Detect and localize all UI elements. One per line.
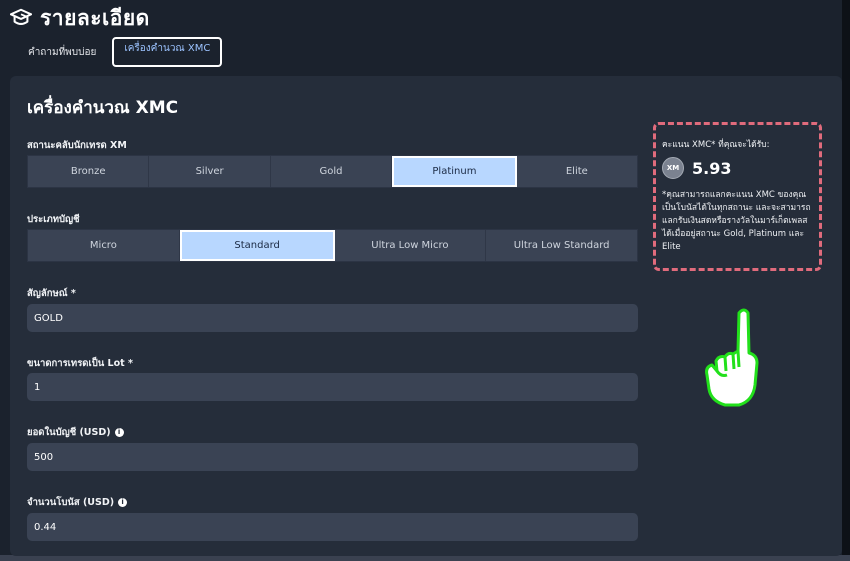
status-option-platinum[interactable]: Platinum — [392, 156, 517, 187]
window-frame-right — [842, 0, 850, 561]
tab-bar: คำถามที่พบบ่อย เครื่องคำนวณ XMC — [18, 37, 223, 67]
bonus-label: จำนวนโบนัส (USD) i — [27, 495, 128, 510]
account-option-micro[interactable]: Micro — [28, 230, 180, 261]
account-option-ultra-low-standard[interactable]: Ultra Low Standard — [486, 230, 637, 261]
symbol-label: สัญลักษณ์ * — [27, 288, 76, 299]
bonus-input[interactable]: 0.44 — [27, 513, 638, 541]
balance-label: ยอดในบัญชี (USD) i — [27, 425, 124, 440]
result-label: คะแนน XMC* ที่คุณจะได้รับ: — [662, 140, 770, 150]
status-option-bronze[interactable]: Bronze — [28, 156, 150, 187]
pointing-hand-icon — [705, 308, 759, 407]
tab-faq[interactable]: คำถามที่พบบ่อย — [18, 40, 106, 65]
calculator-title: เครื่องคำนวณ XMC — [27, 98, 179, 118]
lot-size-input[interactable]: 1 — [27, 373, 638, 401]
lot-size-label: ขนาดการเทรดเป็น Lot * — [27, 358, 133, 369]
result-row: XM 5.93 — [662, 157, 813, 179]
status-label: สถานะคลับนักเทรด XM — [27, 140, 127, 151]
graduation-cap-icon — [10, 8, 32, 25]
tab-xmc-calculator[interactable]: เครื่องคำนวณ XMC — [112, 37, 223, 67]
xmc-result-panel: คะแนน XMC* ที่คุณจะได้รับ: XM 5.93 *คุณส… — [653, 122, 822, 271]
account-type-selector: Micro Standard Ultra Low Micro Ultra Low… — [27, 229, 638, 262]
account-option-ultra-low-micro[interactable]: Ultra Low Micro — [335, 230, 487, 261]
info-icon[interactable]: i — [118, 498, 128, 507]
result-note: *คุณสามารถแลกคะแนน XMC ของคุณเป็นโบนัสได… — [662, 190, 811, 252]
xm-coin-icon: XM — [662, 157, 684, 179]
bonus-label-text: จำนวนโบนัส (USD) — [27, 497, 115, 508]
status-selector: Bronze Silver Gold Platinum Elite — [27, 155, 638, 188]
balance-input[interactable]: 500 — [27, 443, 638, 471]
page-title: รายละเอียด — [40, 5, 150, 30]
balance-label-text: ยอดในบัญชี (USD) — [27, 427, 111, 438]
page-header: รายละเอียด — [10, 4, 150, 32]
account-option-standard[interactable]: Standard — [179, 230, 335, 261]
status-option-elite[interactable]: Elite — [517, 156, 637, 187]
result-value: 5.93 — [692, 158, 732, 178]
status-option-silver[interactable]: Silver — [149, 156, 271, 187]
status-option-gold[interactable]: Gold — [271, 156, 393, 187]
info-icon[interactable]: i — [114, 428, 124, 437]
symbol-input[interactable]: GOLD — [27, 304, 638, 332]
account-type-label: ประเภทบัญชี — [27, 214, 80, 225]
